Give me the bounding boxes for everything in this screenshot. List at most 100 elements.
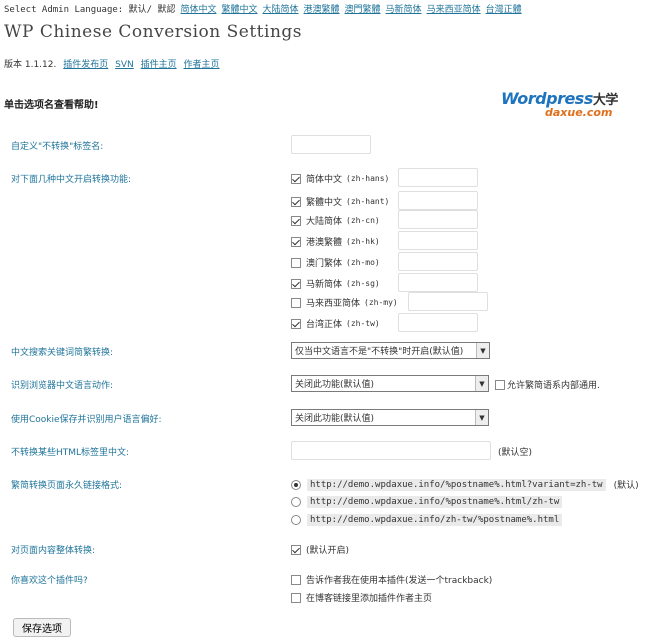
like-checkbox-author-link[interactable] (291, 592, 301, 603)
variant-input-zh-sg[interactable] (398, 273, 478, 292)
logo-sub-text: daxue.com (545, 106, 613, 119)
lang-link-zh-my[interactable]: 马来西亚简体 (427, 5, 481, 15)
chevron-down-icon: ▼ (476, 343, 489, 358)
variant-checkbox-zh-hans[interactable] (291, 173, 301, 184)
lang-link-zh-sg[interactable]: 马新简体 (386, 5, 422, 15)
variant-row-zh-hans: 简体中文 (zh-hans) (291, 172, 389, 185)
author-home-link[interactable]: 作者主页 (184, 60, 220, 70)
label-browser-detect[interactable]: 识别浏览器中文语言动作: (11, 378, 113, 391)
like-option-trackback: 告诉作者我在使用本插件(发送一个trackback) (291, 573, 492, 586)
plugin-home-link[interactable]: 插件主页 (141, 60, 177, 70)
variant-row-zh-hk: 港澳繁體 (zh-hk) (291, 235, 380, 248)
browser-note-checkbox[interactable] (495, 379, 505, 390)
variant-code-zh-tw: (zh-tw) (346, 319, 380, 328)
variant-checkbox-zh-my[interactable] (291, 297, 301, 308)
search-convert-value: 仅当中文语言不是"不转换"时开启(默认值) (295, 347, 464, 357)
page-title: WP Chinese Conversion Settings (4, 22, 302, 42)
variant-label-zh-hk: 港澳繁體 (306, 238, 343, 248)
variant-input-zh-my[interactable] (408, 292, 488, 311)
label-enable-variants[interactable]: 对下面几种中文开启转换功能: (11, 172, 131, 185)
like-label-author-link: 在博客链接里添加插件作者主页 (306, 594, 433, 604)
lang-link-zh-cn[interactable]: 大陆简体 (263, 5, 299, 15)
search-convert-select[interactable]: 仅当中文语言不是"不转换"时开启(默认值) ▼ (291, 342, 490, 359)
variant-label-zh-mo: 澳门繁体 (306, 259, 343, 269)
permalink-radio-query[interactable] (291, 479, 301, 490)
permalink-url-suffix: http://demo.wpdaxue.info/%postname%.html… (307, 496, 563, 508)
chevron-down-icon: ▼ (475, 376, 488, 391)
version-text: 版本 1.1.12. (4, 60, 57, 70)
label-no-convert-tag[interactable]: 自定义"不转换"标签名: (11, 139, 103, 152)
version-line: 版本 1.1.12. 插件发布页 SVN 插件主页 作者主页 (4, 57, 220, 70)
like-checkbox-trackback[interactable] (291, 574, 301, 585)
no-convert-html-note: (默认空) (498, 448, 533, 458)
cookie-detect-select[interactable]: 关闭此功能(默认值) ▼ (291, 409, 489, 426)
lang-link-zh-mo[interactable]: 澳門繁體 (345, 5, 381, 15)
permalink-radio-suffix[interactable] (291, 497, 301, 507)
label-like-plugin[interactable]: 你喜欢这个插件吗? (11, 573, 88, 586)
label-search-convert[interactable]: 中文搜索关键词简繁转换: (11, 345, 113, 358)
variant-code-zh-hk: (zh-hk) (346, 237, 380, 246)
variant-row-zh-sg: 马新简体 (zh-sg) (291, 277, 380, 290)
variant-input-zh-hant[interactable] (398, 191, 478, 210)
help-text: 单击选项名查看帮助! (4, 100, 99, 111)
lang-link-zh-hant[interactable]: 繁體中文 (221, 5, 257, 15)
label-cookie-detect[interactable]: 使用Cookie保存并识别用户语言偏好: (11, 412, 162, 425)
wpdaxue-logo: Wordpress大学 daxue.com (501, 89, 637, 121)
no-convert-html-input[interactable] (291, 441, 491, 460)
label-no-convert-html[interactable]: 不转换某些HTML标签里中文: (11, 445, 129, 458)
no-convert-tag-input[interactable] (291, 135, 371, 154)
variant-input-zh-tw[interactable] (398, 313, 478, 332)
like-option-author-link: 在博客链接里添加插件作者主页 (291, 591, 432, 604)
cookie-detect-value: 关闭此功能(默认值) (295, 414, 375, 424)
variant-code-zh-cn: (zh-cn) (346, 216, 380, 225)
admin-language-current: 默认/ 默認 (128, 5, 176, 15)
variant-row-zh-my: 马来西亚简体 (zh-my) (291, 296, 398, 309)
variant-label-zh-hant: 繁體中文 (306, 198, 343, 208)
lang-link-zh-hans[interactable]: 简体中文 (180, 5, 216, 15)
variant-input-zh-cn[interactable] (398, 210, 478, 229)
admin-language-prefix: Select Admin Language: (4, 5, 129, 15)
variant-label-zh-tw: 台湾正体 (306, 320, 343, 330)
save-options-button[interactable]: 保存选项 (13, 618, 71, 637)
permalink-url-query: http://demo.wpdaxue.info/%postname%.html… (307, 478, 606, 491)
variant-checkbox-zh-cn[interactable] (291, 215, 301, 226)
lang-link-zh-tw[interactable]: 台灣正體 (486, 5, 522, 15)
chevron-down-icon: ▼ (475, 410, 488, 425)
variant-row-zh-mo: 澳门繁体 (zh-mo) (291, 256, 380, 269)
label-full-page[interactable]: 对页面内容整体转换: (11, 543, 95, 556)
permalink-radio-prefix[interactable] (291, 515, 301, 525)
browser-detect-select[interactable]: 关闭此功能(默认值) ▼ (291, 375, 489, 392)
variant-input-zh-mo[interactable] (398, 252, 478, 271)
browser-note-label: 允许繁简语系内部通用. (507, 381, 600, 391)
variant-row-zh-tw: 台湾正体 (zh-tw) (291, 317, 380, 330)
like-label-trackback: 告诉作者我在使用本插件(发送一个trackback) (306, 576, 493, 586)
variant-input-zh-hk[interactable] (398, 231, 478, 250)
permalink-option-suffix: http://demo.wpdaxue.info/%postname%.html… (291, 496, 563, 508)
permalink-note-query: (默认) (613, 481, 639, 491)
browser-detect-value: 关闭此功能(默认值) (295, 380, 375, 390)
variant-row-zh-cn: 大陆简体 (zh-cn) (291, 214, 380, 227)
permalink-option-prefix: http://demo.wpdaxue.info/zh-tw/%postname… (291, 514, 563, 526)
svn-link[interactable]: SVN (115, 60, 134, 70)
variant-label-zh-cn: 大陆简体 (306, 217, 343, 227)
variant-checkbox-zh-hant[interactable] (291, 196, 301, 207)
variant-code-zh-hans: (zh-hans) (346, 174, 390, 183)
label-permalink-format[interactable]: 繁简转换页面永久链接格式: (11, 478, 122, 491)
variant-input-zh-hans[interactable] (398, 168, 478, 187)
permalink-url-prefix: http://demo.wpdaxue.info/zh-tw/%postname… (307, 514, 563, 526)
variant-code-zh-mo: (zh-mo) (346, 258, 380, 267)
variant-code-zh-sg: (zh-sg) (346, 279, 380, 288)
admin-language-bar: Select Admin Language: 默认/ 默認 简体中文 繁體中文 大陆简… (4, 2, 527, 15)
full-page-row: (默认开启) (291, 543, 349, 556)
plugin-release-link[interactable]: 插件发布页 (63, 60, 108, 70)
variant-checkbox-zh-mo[interactable] (291, 257, 301, 268)
variant-checkbox-zh-hk[interactable] (291, 236, 301, 247)
variant-code-zh-hant: (zh-hant) (346, 197, 390, 206)
lang-link-zh-hk[interactable]: 港澳繁體 (304, 5, 340, 15)
full-page-note: (默认开启) (306, 546, 350, 556)
full-page-checkbox[interactable] (291, 544, 301, 555)
variant-checkbox-zh-sg[interactable] (291, 278, 301, 289)
variant-row-zh-hant: 繁體中文 (zh-hant) (291, 195, 389, 208)
variant-checkbox-zh-tw[interactable] (291, 318, 301, 329)
variant-label-zh-my: 马来西亚简体 (306, 299, 361, 309)
